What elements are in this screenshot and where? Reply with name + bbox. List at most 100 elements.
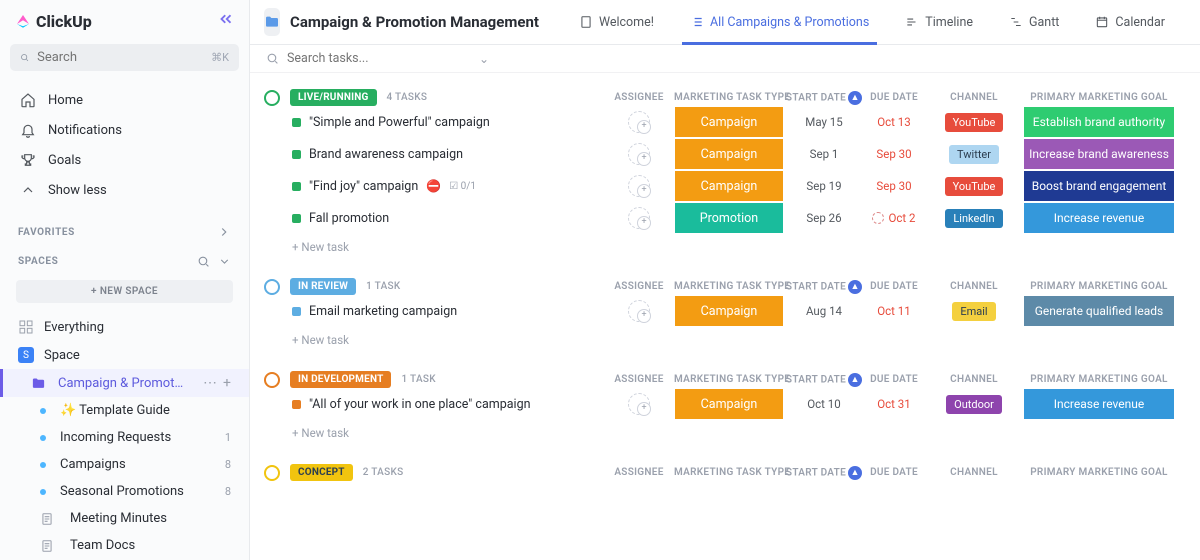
task-status-square[interactable] — [292, 307, 301, 316]
tab-all-campaigns[interactable]: All Campaigns & Promotions — [682, 9, 877, 36]
column-header[interactable]: PRIMARY MARKETING GOAL — [1024, 281, 1174, 292]
task-status-square[interactable] — [292, 214, 301, 223]
task-row[interactable]: Email marketing campaignCampaignAug 14Oc… — [264, 295, 1186, 327]
tab-timeline[interactable]: Timeline — [897, 9, 981, 36]
task-row[interactable]: "Simple and Powerful" campaignCampaignMa… — [264, 106, 1186, 138]
status-badge[interactable]: IN REVIEW — [290, 278, 356, 295]
task-row[interactable]: Fall promotionPromotionSep 26Oct 2Linked… — [264, 202, 1186, 234]
column-header[interactable]: PRIMARY MARKETING GOAL — [1024, 374, 1174, 385]
column-header[interactable]: MARKETING TASK TYPE — [674, 92, 784, 103]
column-header[interactable]: DUE DATE — [864, 467, 924, 478]
assignee-add-button[interactable] — [628, 207, 650, 229]
goal-pill[interactable]: Generate qualified leads — [1024, 296, 1174, 326]
status-circle-icon[interactable] — [264, 279, 280, 295]
start-date[interactable]: May 15 — [784, 115, 864, 129]
column-header[interactable]: DUE DATE — [864, 92, 924, 103]
assignee-add-button[interactable] — [628, 300, 650, 322]
sidebar-item-space[interactable]: SSpace — [0, 341, 249, 369]
status-circle-icon[interactable] — [264, 465, 280, 481]
assignee-add-button[interactable] — [628, 175, 650, 197]
task-status-square[interactable] — [292, 400, 301, 409]
due-date[interactable]: Sep 30 — [864, 179, 924, 193]
task-type-pill[interactable]: Promotion — [675, 203, 783, 233]
task-row[interactable]: "Find joy" campaign⛔☑ 0/1CampaignSep 19S… — [264, 170, 1186, 202]
new-task-button[interactable]: + New task — [264, 327, 1186, 347]
column-header[interactable]: START DATE▲ — [784, 91, 864, 105]
column-header[interactable]: CHANNEL — [924, 374, 1024, 385]
channel-tag[interactable]: Email — [952, 302, 995, 321]
nav-home[interactable]: Home — [0, 85, 249, 115]
sidebar-item-team-docs[interactable]: Team Docs — [0, 532, 249, 559]
subtask-indicator[interactable]: ☑ 0/1 — [449, 181, 476, 192]
status-badge[interactable]: LIVE/RUNNING — [290, 89, 377, 106]
nav-notifications[interactable]: Notifications — [0, 115, 249, 145]
channel-tag[interactable]: Twitter — [949, 145, 999, 164]
chevron-down-icon[interactable]: ⌄ — [479, 52, 489, 66]
folder-add-button[interactable]: + — [223, 375, 231, 391]
sidebar-search-input[interactable] — [37, 50, 203, 65]
column-header[interactable]: DUE DATE — [864, 374, 924, 385]
sidebar-item-campaigns-list[interactable]: Campaigns8 — [0, 451, 249, 478]
goal-pill[interactable]: Establish brand authority — [1024, 107, 1174, 137]
goal-pill[interactable]: Increase revenue — [1024, 203, 1174, 233]
column-header[interactable]: START DATE▲ — [784, 280, 864, 294]
column-header[interactable]: DUE DATE — [864, 281, 924, 292]
channel-tag[interactable]: YouTube — [945, 113, 1004, 132]
start-date[interactable]: Sep 26 — [784, 211, 864, 225]
tab-calendar[interactable]: Calendar — [1087, 9, 1173, 36]
task-type-pill[interactable]: Campaign — [675, 139, 783, 169]
new-task-button[interactable]: + New task — [264, 234, 1186, 254]
channel-tag[interactable]: Outdoor — [946, 395, 1002, 414]
new-space-button[interactable]: + NEW SPACE — [16, 280, 233, 303]
column-header[interactable]: ASSIGNEE — [604, 374, 674, 385]
start-date[interactable]: Aug 14 — [784, 304, 864, 318]
column-header[interactable]: START DATE▲ — [784, 466, 864, 480]
column-header[interactable]: ASSIGNEE — [604, 281, 674, 292]
column-header[interactable]: MARKETING TASK TYPE — [674, 374, 784, 385]
status-badge[interactable]: IN DEVELOPMENT — [290, 371, 391, 388]
start-date[interactable]: Sep 1 — [784, 147, 864, 161]
task-type-pill[interactable]: Campaign — [675, 171, 783, 201]
chevron-down-icon[interactable] — [218, 255, 231, 268]
status-circle-icon[interactable] — [264, 372, 280, 388]
task-type-pill[interactable]: Campaign — [675, 296, 783, 326]
task-type-pill[interactable]: Campaign — [675, 107, 783, 137]
sidebar-item-seasonal-promotions[interactable]: Seasonal Promotions8 — [0, 478, 249, 505]
assignee-add-button[interactable] — [628, 143, 650, 165]
column-header[interactable]: MARKETING TASK TYPE — [674, 281, 784, 292]
search-icon[interactable] — [197, 255, 210, 268]
sidebar-item-template-guide[interactable]: ✨ Template Guide — [0, 397, 249, 424]
sidebar-item-incoming-requests[interactable]: Incoming Requests1 — [0, 424, 249, 451]
assignee-add-button[interactable] — [628, 111, 650, 133]
due-date[interactable]: Oct 2 — [864, 211, 924, 225]
tab-board[interactable]: Board — [1193, 9, 1200, 36]
task-search-input[interactable] — [287, 51, 467, 66]
column-header[interactable]: START DATE▲ — [784, 373, 864, 387]
due-date[interactable]: Oct 11 — [864, 304, 924, 318]
tab-gantt[interactable]: Gantt — [1001, 9, 1067, 36]
channel-tag[interactable]: YouTube — [945, 177, 1004, 196]
task-status-square[interactable] — [292, 182, 301, 191]
sidebar-search[interactable]: ⌘K — [10, 44, 239, 71]
goal-pill[interactable]: Increase brand awareness — [1024, 139, 1174, 169]
due-date[interactable]: Oct 31 — [864, 397, 924, 411]
favorites-section-header[interactable]: FAVORITES — [0, 215, 249, 245]
tab-welcome[interactable]: Welcome! — [571, 9, 662, 36]
status-badge[interactable]: CONCEPT — [290, 464, 353, 481]
task-row[interactable]: "All of your work in one place" campaign… — [264, 388, 1186, 420]
assignee-add-button[interactable] — [628, 393, 650, 415]
sidebar-item-meeting-minutes[interactable]: Meeting Minutes — [0, 505, 249, 532]
due-date[interactable]: Oct 13 — [864, 115, 924, 129]
new-task-button[interactable]: + New task — [264, 420, 1186, 440]
column-header[interactable]: PRIMARY MARKETING GOAL — [1024, 92, 1174, 103]
sidebar-item-everything[interactable]: Everything — [0, 313, 249, 341]
due-date[interactable]: Sep 30 — [864, 147, 924, 161]
goal-pill[interactable]: Increase revenue — [1024, 389, 1174, 419]
start-date[interactable]: Oct 10 — [784, 397, 864, 411]
channel-tag[interactable]: LinkedIn — [945, 209, 1002, 228]
column-header[interactable]: MARKETING TASK TYPE — [674, 467, 784, 478]
folder-more-button[interactable]: ⋯ — [203, 375, 217, 391]
collapse-sidebar-button[interactable] — [217, 10, 235, 32]
task-status-square[interactable] — [292, 150, 301, 159]
start-date[interactable]: Sep 19 — [784, 179, 864, 193]
